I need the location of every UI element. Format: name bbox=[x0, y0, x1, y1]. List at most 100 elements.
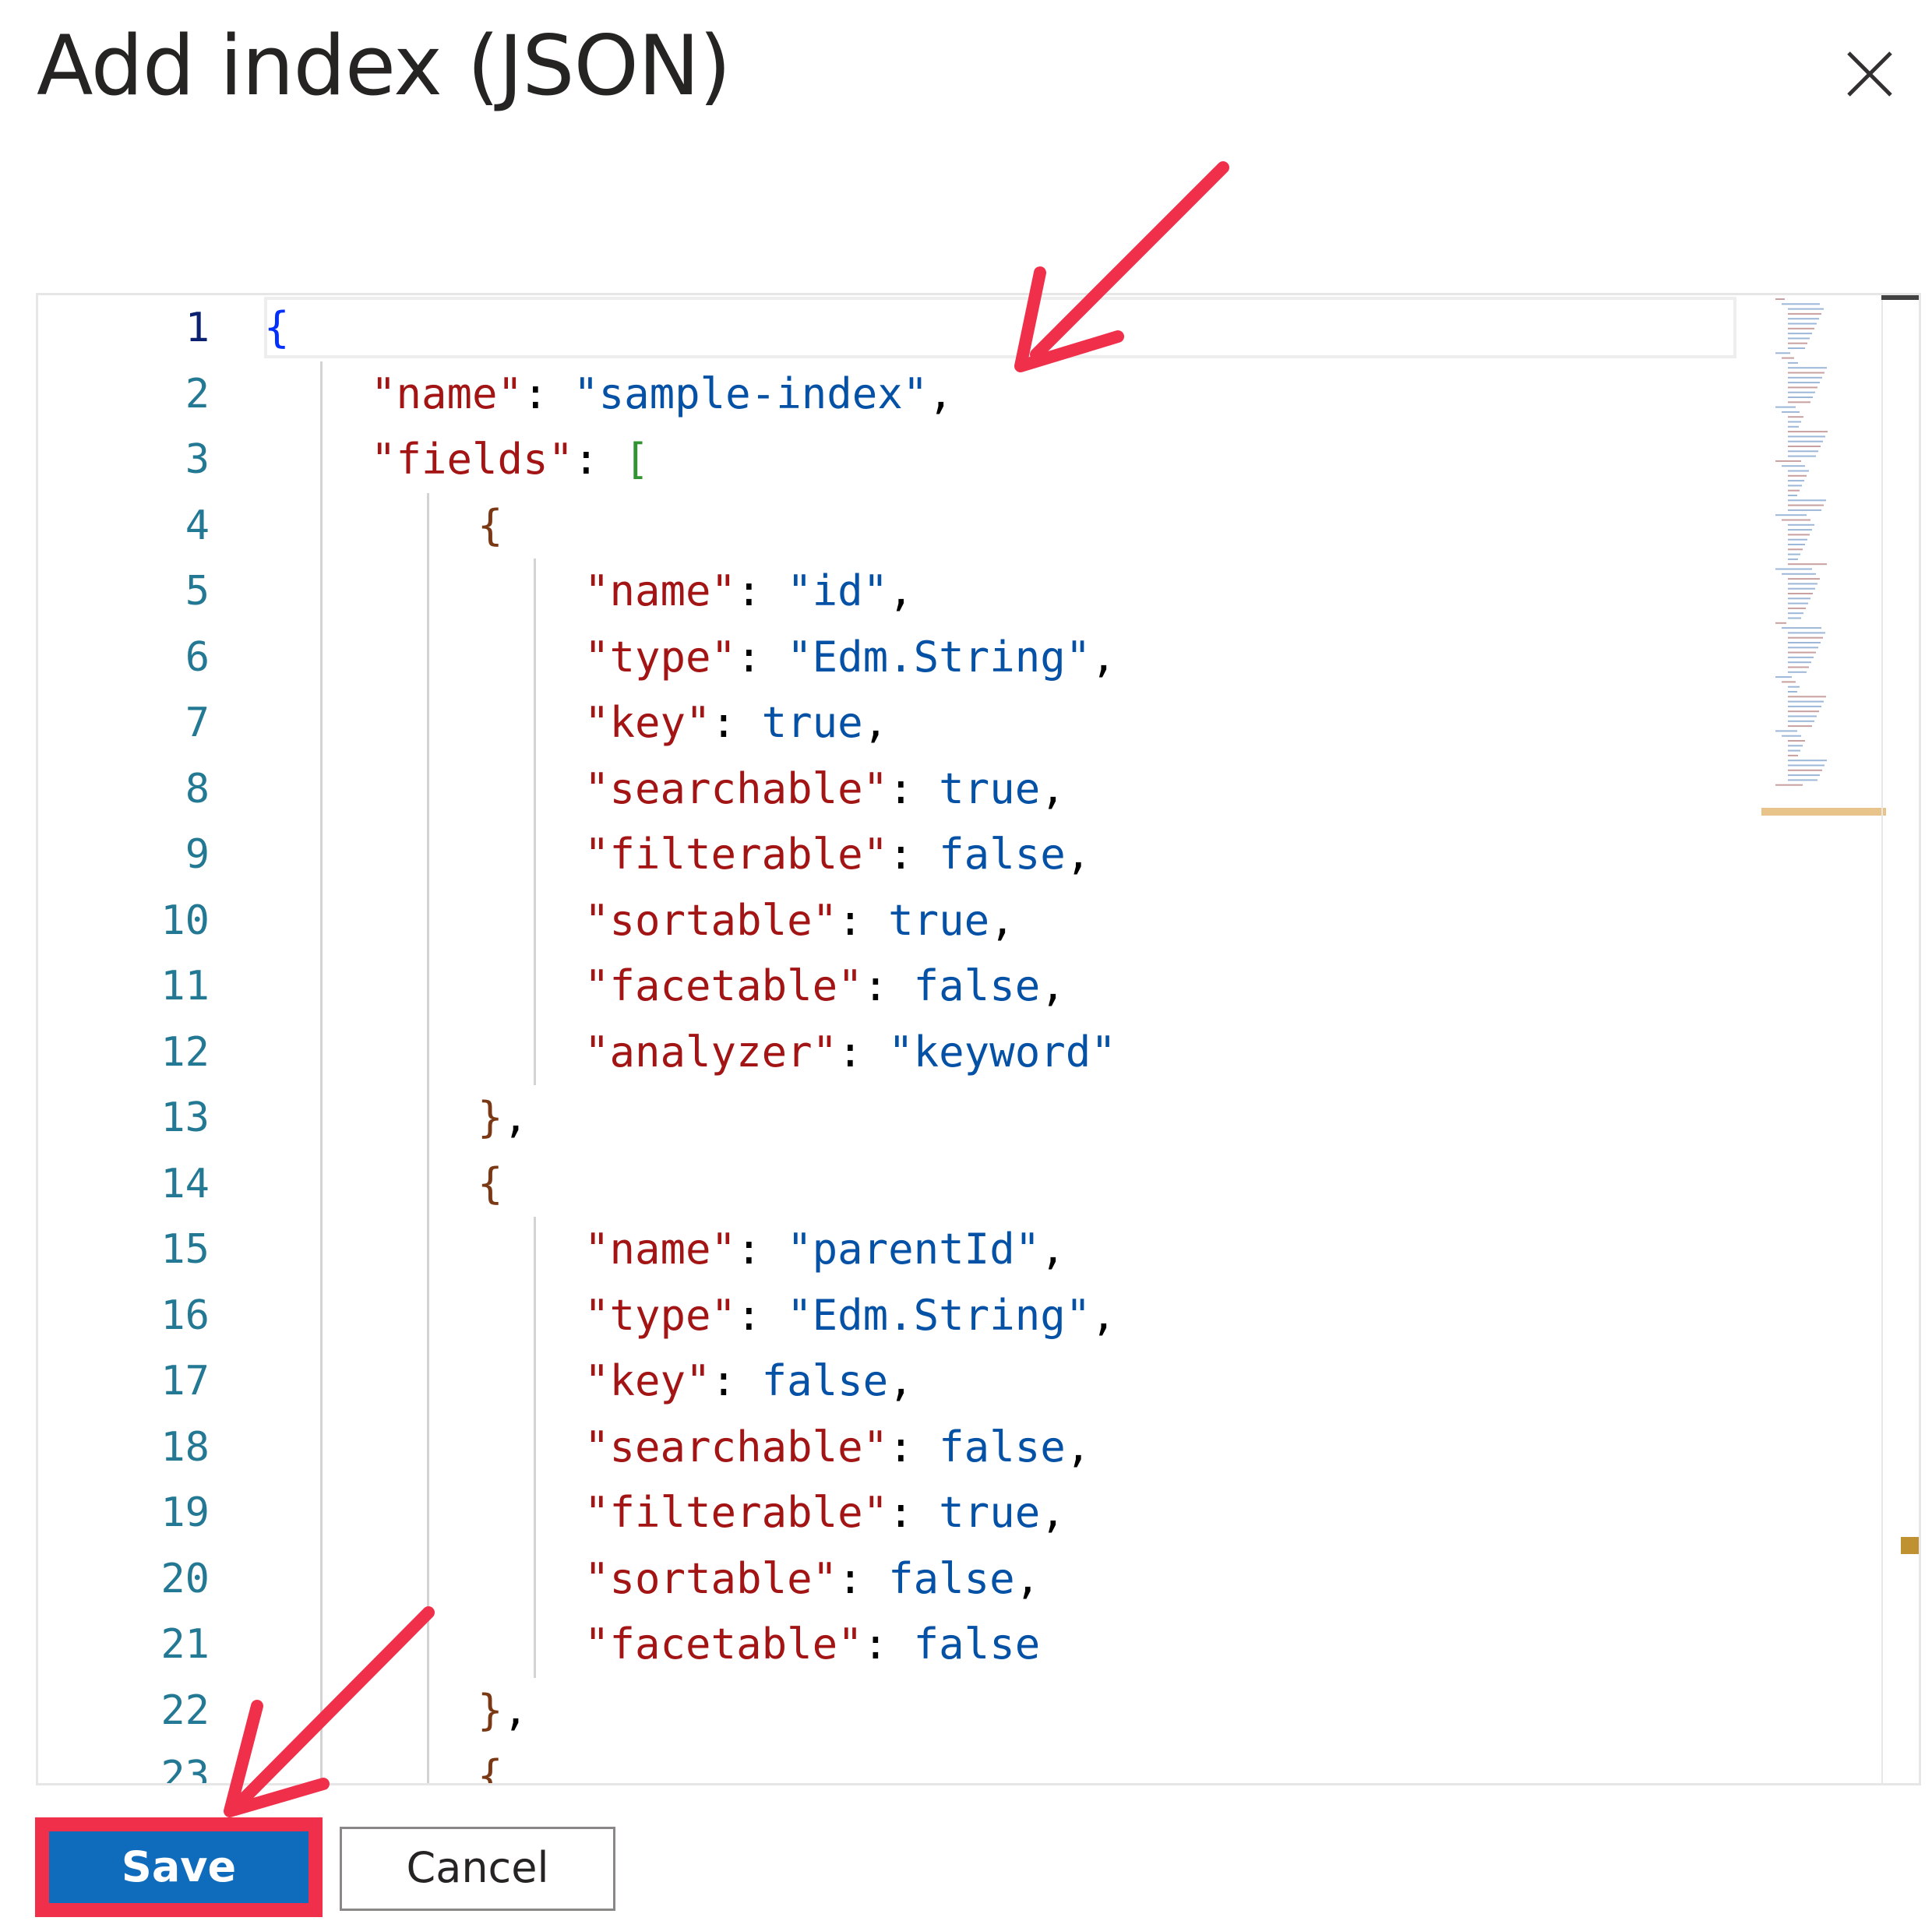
line-number: 1 bbox=[185, 305, 210, 351]
minimap-line bbox=[1782, 411, 1800, 413]
code-token: : bbox=[523, 368, 574, 418]
minimap-line bbox=[1788, 642, 1821, 643]
indent-guide bbox=[427, 1085, 429, 1151]
minimap-line bbox=[1788, 435, 1825, 438]
minimap-line bbox=[1782, 627, 1821, 629]
indent-guide bbox=[534, 1348, 536, 1415]
cancel-button[interactable]: Cancel bbox=[340, 1827, 615, 1911]
indent-guide bbox=[427, 1348, 429, 1415]
minimap-line bbox=[1788, 769, 1822, 771]
code-area[interactable]: {"name": "sample-index", "fields": [{"nam… bbox=[264, 295, 1775, 1783]
minimap-line bbox=[1788, 455, 1816, 457]
scrollbar-thumb[interactable] bbox=[1881, 295, 1919, 300]
minimap-line bbox=[1782, 465, 1805, 467]
code-line: "analyzer": "keyword" bbox=[584, 1020, 1116, 1086]
line-number: 12 bbox=[160, 1028, 210, 1076]
minimap-line bbox=[1788, 391, 1815, 393]
indent-guide bbox=[427, 690, 429, 756]
minimap-line bbox=[1788, 760, 1827, 762]
minimap-line bbox=[1782, 735, 1801, 737]
minimap-line bbox=[1788, 597, 1810, 600]
minimap-line bbox=[1775, 406, 1796, 408]
indent-guide bbox=[427, 1151, 429, 1217]
save-button[interactable]: Save bbox=[49, 1831, 308, 1903]
indent-guide bbox=[320, 1743, 323, 1783]
indent-guide bbox=[320, 1677, 323, 1743]
minimap-line bbox=[1788, 529, 1812, 531]
minimap-line bbox=[1788, 495, 1797, 496]
indent-guide bbox=[534, 690, 536, 756]
minimap-line bbox=[1788, 578, 1820, 580]
indent-guide bbox=[534, 559, 536, 625]
line-number: 2 bbox=[185, 370, 210, 418]
line-number: 6 bbox=[185, 633, 210, 681]
close-button[interactable] bbox=[1835, 39, 1905, 109]
indent-guide bbox=[534, 1019, 536, 1085]
indent-guide bbox=[427, 887, 429, 953]
code-token: , bbox=[1014, 1553, 1041, 1603]
line-number: 9 bbox=[185, 831, 210, 878]
dialog-title: Add index (JSON) bbox=[37, 18, 732, 114]
indent-guide bbox=[427, 953, 429, 1020]
minimap-line bbox=[1788, 337, 1810, 340]
indent-guide bbox=[427, 1217, 429, 1283]
minimap-line bbox=[1788, 450, 1818, 453]
indent-guide bbox=[534, 953, 536, 1020]
minimap-line bbox=[1775, 784, 1803, 786]
code-token: "facetable" bbox=[584, 961, 863, 1010]
indent-guide bbox=[320, 1414, 323, 1480]
indent-guide bbox=[320, 559, 323, 625]
minimap-line bbox=[1788, 749, 1800, 752]
indent-guide bbox=[320, 756, 323, 822]
code-token: : bbox=[888, 830, 940, 879]
minimap-line bbox=[1788, 705, 1821, 707]
code-token: "filterable" bbox=[584, 1488, 889, 1537]
code-token: , bbox=[1091, 1290, 1116, 1340]
minimap-line bbox=[1788, 548, 1803, 551]
code-line: "filterable": false, bbox=[584, 822, 1091, 888]
minimap-line bbox=[1788, 754, 1798, 756]
minimap-line bbox=[1788, 534, 1810, 536]
minimap-line bbox=[1788, 308, 1824, 310]
code-token: , bbox=[989, 895, 1015, 945]
minimap-line bbox=[1788, 691, 1797, 693]
line-number: 4 bbox=[185, 502, 210, 549]
code-token: true bbox=[939, 1488, 1041, 1537]
line-number: 22 bbox=[160, 1687, 210, 1734]
indent-guide bbox=[320, 953, 323, 1020]
code-token: , bbox=[862, 698, 889, 747]
indent-guide bbox=[427, 1282, 429, 1348]
code-line: "type": "Edm.String", bbox=[584, 1283, 1116, 1349]
minimap-line bbox=[1788, 416, 1803, 418]
json-editor[interactable]: 1 2 3 4 5 6 7 8 9 10 11 12 13 14 15 16 17 18 19 20 21 22 23 {"… bbox=[36, 293, 1921, 1785]
minimap-line bbox=[1788, 480, 1804, 482]
minimap-line bbox=[1775, 352, 1790, 354]
code-line: "sortable": true, bbox=[584, 888, 1015, 954]
minimap-line bbox=[1788, 553, 1800, 555]
code-token: "Edm.String" bbox=[787, 1290, 1091, 1340]
code-line: "facetable": false, bbox=[584, 953, 1066, 1020]
code-token: , bbox=[1040, 961, 1066, 1010]
indent-guide bbox=[534, 1546, 536, 1612]
code-token: false bbox=[888, 1553, 1015, 1603]
indent-guide bbox=[534, 1612, 536, 1678]
minimap-line bbox=[1788, 666, 1809, 668]
minimap-line bbox=[1788, 489, 1800, 492]
code-token: "filterable" bbox=[584, 830, 889, 879]
vertical-scrollbar[interactable] bbox=[1881, 295, 1919, 1783]
code-token: : bbox=[736, 632, 788, 682]
code-token: false bbox=[939, 1422, 1066, 1472]
minimap-line bbox=[1775, 460, 1801, 462]
minimap-line bbox=[1788, 587, 1815, 590]
minimap-line bbox=[1788, 686, 1800, 688]
code-token: : bbox=[862, 1620, 914, 1669]
line-number: 8 bbox=[185, 765, 210, 812]
code-token: "keyword" bbox=[888, 1027, 1116, 1077]
minimap-line bbox=[1788, 361, 1798, 364]
save-button-highlight: Save bbox=[35, 1817, 323, 1917]
code-line: "name": "id", bbox=[584, 559, 914, 625]
minimap-line bbox=[1775, 622, 1786, 624]
indent-guide bbox=[427, 1612, 429, 1678]
indent-guide bbox=[320, 1085, 323, 1151]
indent-guide bbox=[427, 1019, 429, 1085]
